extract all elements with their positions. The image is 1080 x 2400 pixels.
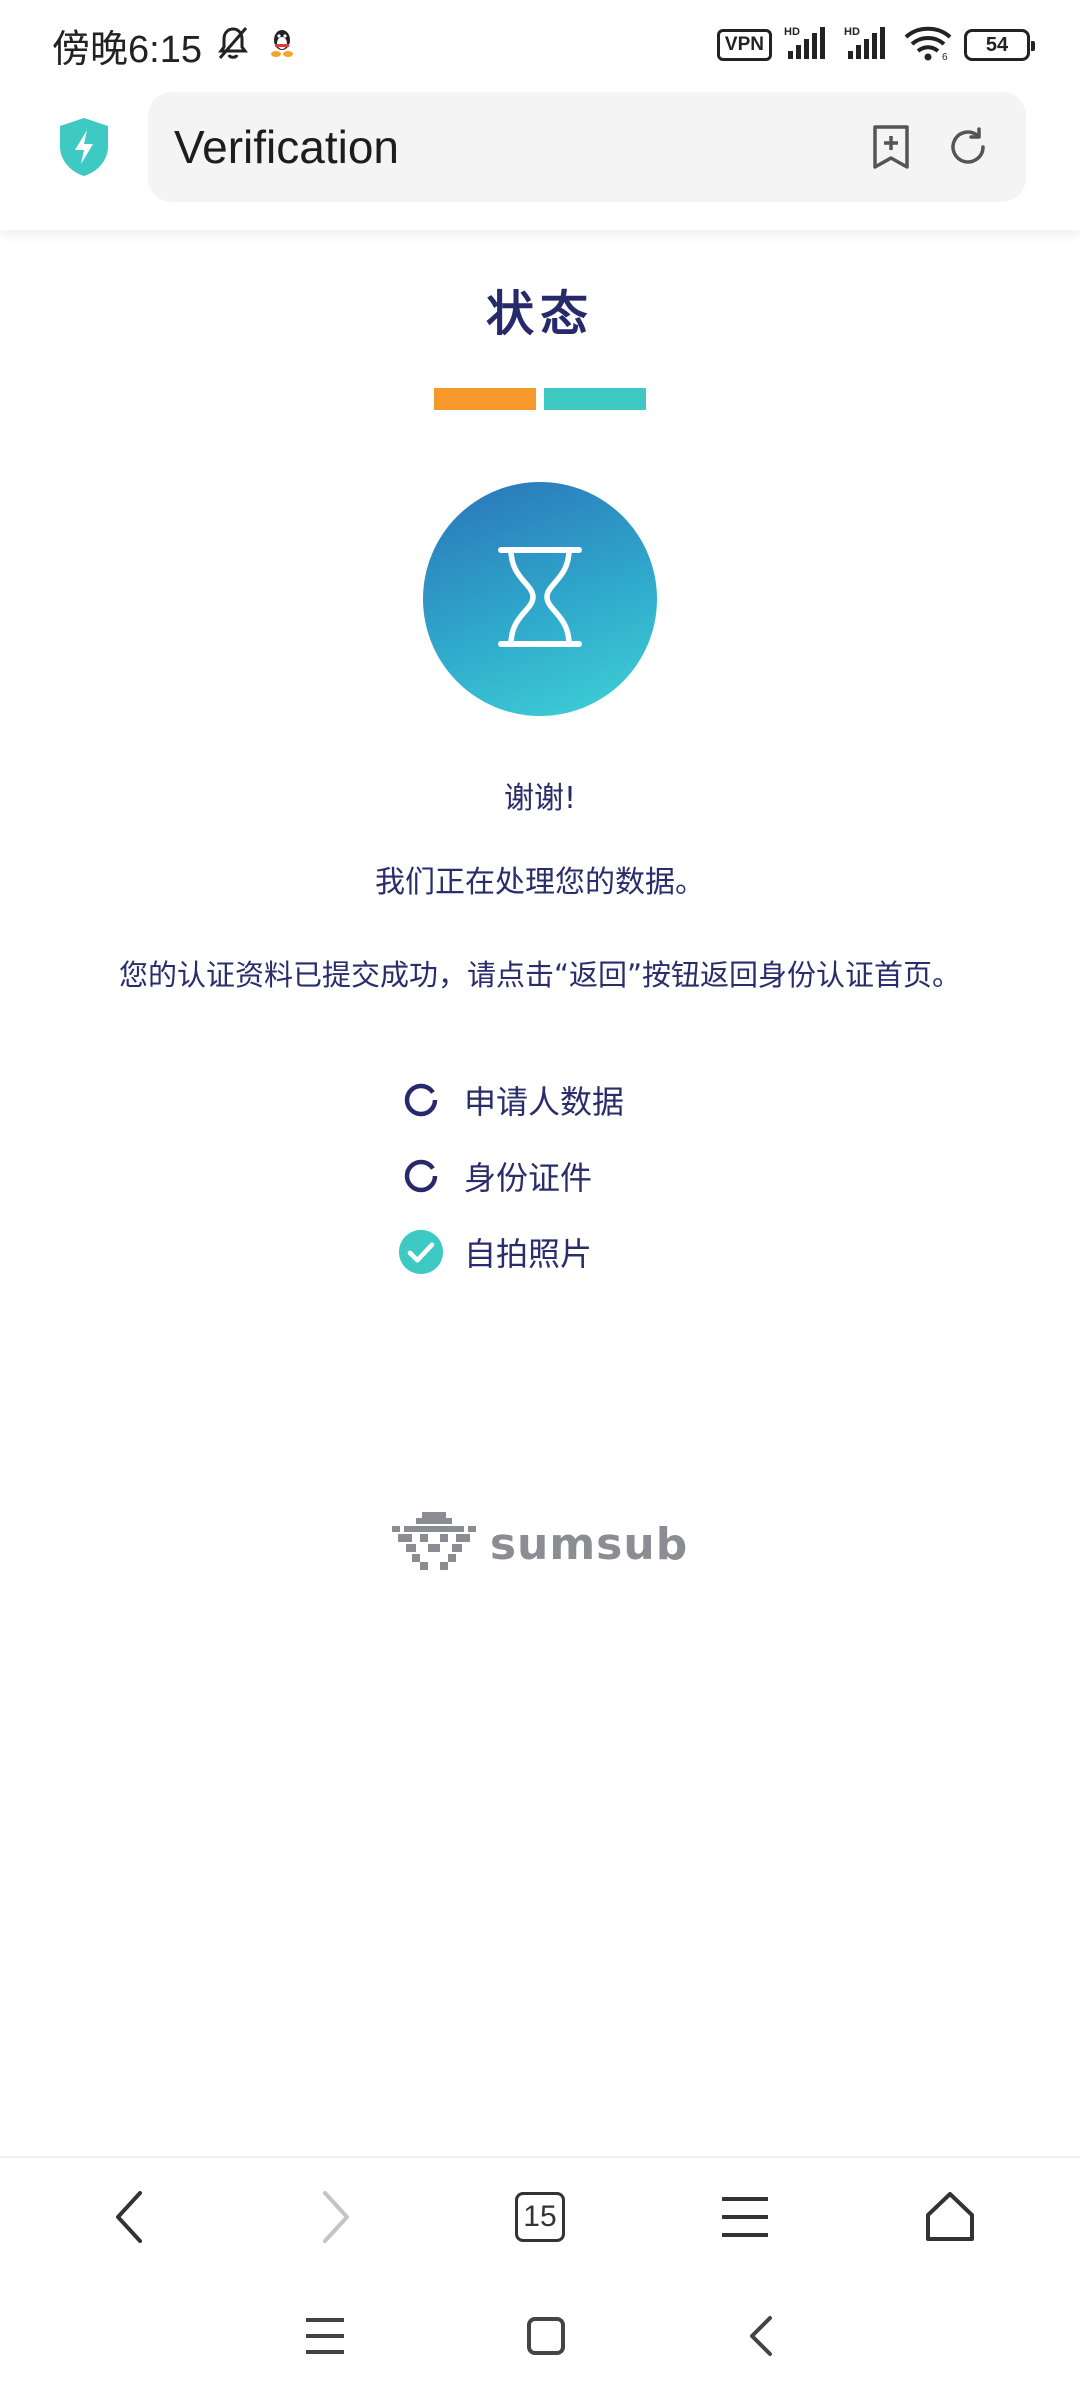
- forward-button[interactable]: [290, 2172, 380, 2262]
- step-label: 申请人数据: [464, 1083, 625, 1121]
- tabs-button[interactable]: 15: [495, 2172, 585, 2262]
- svg-text:HD: HD: [784, 26, 800, 38]
- url-bar[interactable]: Verification: [148, 92, 1026, 202]
- signal-hd-icon-1: HD: [784, 25, 832, 65]
- accent-bars: [0, 388, 1080, 410]
- accent-bar-teal: [544, 388, 646, 410]
- steps-list: 申请人数据 身份证件 自拍照片: [390, 1062, 690, 1290]
- accent-bar-orange: [434, 388, 536, 410]
- svg-text:HD: HD: [844, 26, 860, 38]
- wifi-icon: 6: [904, 25, 952, 65]
- back-button[interactable]: [85, 2172, 175, 2262]
- processing-text: 我们正在处理您的数据。: [375, 865, 705, 900]
- menu-button[interactable]: [700, 2172, 790, 2262]
- url-title: Verification: [174, 121, 400, 173]
- step-label: 自拍照片: [464, 1235, 593, 1273]
- svg-text:6: 6: [942, 52, 948, 61]
- verification-status-content: 状态 谢谢! 我们正在处理您的数据。 您的认证资料已提交成功，请点击“返回”按钮…: [0, 230, 1080, 1576]
- sumsub-brand: sumsub: [0, 1512, 1080, 1576]
- signal-hd-icon-2: HD: [844, 25, 892, 65]
- recent-apps-button[interactable]: [304, 2316, 346, 2360]
- vpn-badge: VPN: [716, 29, 772, 61]
- bell-muted-icon: [214, 24, 252, 66]
- step-label: 身份证件: [464, 1159, 593, 1197]
- home-nav-button[interactable]: [526, 2316, 566, 2360]
- step-id-document: 身份证件: [390, 1138, 690, 1214]
- thanks-text: 谢谢!: [503, 781, 577, 816]
- battery-indicator: 54: [964, 29, 1035, 61]
- back-nav-button[interactable]: [746, 2314, 776, 2362]
- loading-ring-icon: [398, 1077, 444, 1123]
- page-title: 状态: [485, 286, 594, 342]
- qq-penguin-icon: [268, 27, 296, 63]
- tab-count: 15: [514, 2192, 565, 2242]
- system-nav-bar: [0, 2276, 1080, 2400]
- home-button[interactable]: [905, 2172, 995, 2262]
- shield-bolt-icon[interactable]: [56, 116, 112, 178]
- info-text: 您的认证资料已提交成功，请点击“返回”按钮返回身份认证首页。: [118, 958, 962, 992]
- status-bar: 傍晚6:15 VPN HD HD 6 54: [0, 0, 1080, 90]
- sumsub-wordmark: sumsub: [489, 1518, 689, 1570]
- bookmark-add-icon[interactable]: [870, 123, 912, 171]
- loading-ring-icon: [398, 1153, 444, 1199]
- check-circle-icon: [398, 1229, 444, 1275]
- refresh-icon[interactable]: [946, 125, 990, 169]
- browser-toolbar: 15: [0, 2156, 1080, 2276]
- step-selfie: 自拍照片: [390, 1214, 690, 1290]
- hourglass-icon: [495, 545, 585, 653]
- sumsub-logo-icon: [391, 1512, 476, 1576]
- status-time: 傍晚6:15: [52, 28, 202, 71]
- status-circle: [423, 482, 657, 716]
- step-applicant-data: 申请人数据: [390, 1062, 690, 1138]
- browser-url-area: Verification: [0, 90, 1080, 230]
